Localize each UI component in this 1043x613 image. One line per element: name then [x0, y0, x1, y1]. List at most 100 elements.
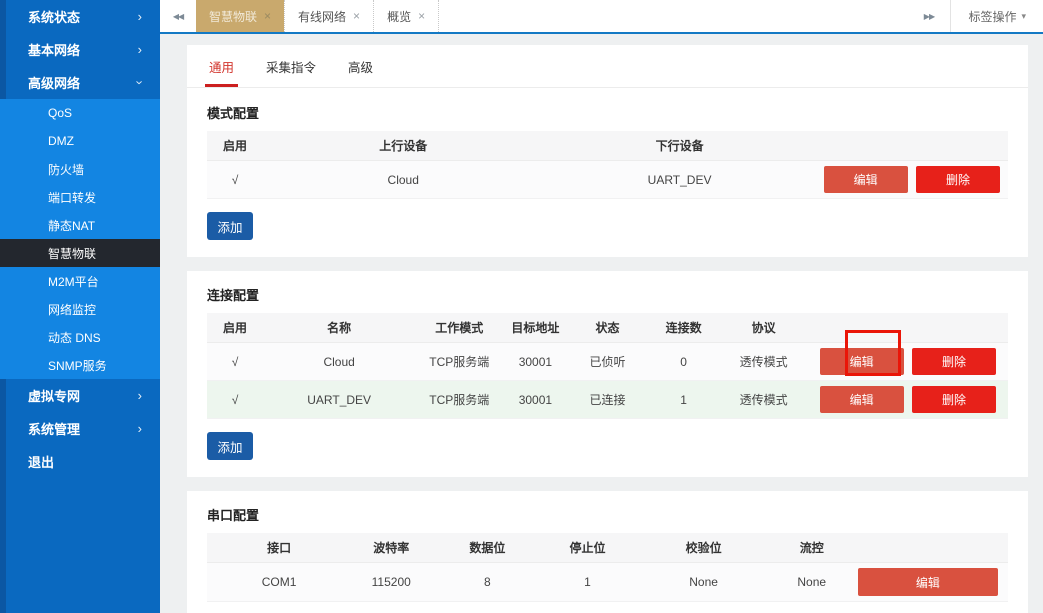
add-button[interactable]: 添加 [207, 432, 253, 460]
sidebar-item-logout[interactable]: 退出 [0, 445, 160, 478]
edit-button[interactable]: 编辑 [820, 348, 904, 375]
col-target-address: 目标地址 [503, 313, 567, 343]
table-row: √ UART_DEV TCP服务端 30001 已连接 1 透传模式 编辑 删除 [207, 381, 1008, 419]
close-icon[interactable]: × [264, 9, 271, 23]
sidebar-item-label: 高级网络 [28, 73, 80, 92]
edit-button[interactable]: 编辑 [858, 568, 998, 596]
sidebar-submenu: QoS DMZ 防火墙 端口转发 静态NAT 智慧物联 M2M平台 网络监控 动… [0, 99, 160, 379]
sidebar-item-smart-iot[interactable]: 智慧物联 [0, 239, 160, 267]
tab-actions-label: 标签操作 [968, 8, 1016, 25]
col-enable: 启用 [207, 313, 263, 343]
col-status: 状态 [567, 313, 647, 343]
baud-rate-value: 115200 [351, 563, 431, 602]
sidebar-item-label: 静态NAT [48, 217, 95, 234]
mode-config-card: 通用 采集指令 高级 模式配置 启用 上行设备 下行设备 [187, 45, 1028, 257]
col-flow-control: 流控 [776, 533, 848, 563]
tab-overview[interactable]: 概览 × [374, 0, 439, 32]
sidebar-item-label: QoS [48, 106, 72, 120]
sidebar-item-dmz[interactable]: DMZ [0, 127, 160, 155]
collapse-tabs-left-button[interactable]: ◀◀ [160, 0, 196, 32]
edit-button[interactable]: 编辑 [824, 166, 908, 193]
mode-config-section: 模式配置 启用 上行设备 下行设备 √ Clo [187, 88, 1028, 257]
page-content: 通用 采集指令 高级 模式配置 启用 上行设备 下行设备 [160, 34, 1043, 613]
tab-advanced[interactable]: 高级 [346, 45, 375, 87]
tab-label: 采集指令 [266, 57, 316, 76]
enable-checkmark: √ [207, 343, 263, 381]
sidebar-item-m2m-platform[interactable]: M2M平台 [0, 267, 160, 295]
sidebar-item-system-status[interactable]: 系统状态 › [0, 0, 160, 33]
double-chevron-left-icon: ◀◀ [173, 12, 183, 21]
sidebar-item-label: 虚拟专网 [28, 386, 80, 405]
sidebar-item-static-nat[interactable]: 静态NAT [0, 211, 160, 239]
data-bits-value: 8 [431, 563, 543, 602]
delete-button[interactable]: 删除 [912, 386, 996, 413]
col-downstream-device: 下行设备 [543, 131, 815, 161]
sidebar-item-label: DMZ [48, 134, 74, 148]
chevron-right-icon: › [138, 42, 142, 57]
scroll-tabs-right-button[interactable]: ▶▶ [907, 0, 951, 32]
tab-label: 智慧物联 [209, 8, 257, 25]
sidebar-item-label: 系统管理 [28, 419, 80, 438]
content-tabs: 通用 采集指令 高级 [187, 45, 1028, 88]
sidebar-item-label: 退出 [28, 452, 54, 471]
tab-wired-network[interactable]: 有线网络 × [284, 0, 374, 32]
chevron-right-icon: › [138, 9, 142, 24]
sidebar-item-system-management[interactable]: 系统管理 › [0, 412, 160, 445]
serial-config-section: 串口配置 接口 波特率 数据位 停止位 校验位 流控 [187, 491, 1028, 613]
sidebar-item-vpn[interactable]: 虚拟专网 › [0, 379, 160, 412]
col-name: 名称 [263, 313, 415, 343]
tab-actions-dropdown[interactable]: 标签操作 ▾ [951, 0, 1043, 32]
enable-checkmark: √ [207, 161, 263, 199]
sidebar: 系统状态 › 基本网络 › 高级网络 › QoS DMZ 防火墙 端口转发 静态… [0, 0, 160, 613]
table-header-row: 启用 上行设备 下行设备 [207, 131, 1008, 161]
table-header-row: 启用 名称 工作模式 目标地址 状态 连接数 协议 [207, 313, 1008, 343]
sidebar-item-dynamic-dns[interactable]: 动态 DNS [0, 323, 160, 351]
chevron-right-icon: › [138, 388, 142, 403]
connection-config-section: 连接配置 启用 名称 工作模式 目标地址 状态 连接数 [187, 271, 1028, 477]
tab-collect-commands[interactable]: 采集指令 [264, 45, 318, 87]
section-title: 模式配置 [207, 88, 1008, 131]
sidebar-item-snmp-service[interactable]: SNMP服务 [0, 351, 160, 379]
connection-config-table: 启用 名称 工作模式 目标地址 状态 连接数 协议 √ [207, 313, 1008, 419]
add-button[interactable]: 添加 [207, 212, 253, 240]
work-mode-value: TCP服务端 [415, 343, 503, 381]
connection-count-value: 1 [648, 381, 720, 419]
sidebar-item-label: 智慧物联 [48, 245, 96, 262]
close-icon[interactable]: × [418, 9, 425, 23]
name-value: UART_DEV [263, 381, 415, 419]
close-icon[interactable]: × [353, 9, 360, 23]
sidebar-item-advanced-network[interactable]: 高级网络 › [0, 66, 160, 99]
table-row: √ Cloud TCP服务端 30001 已侦听 0 透传模式 编辑 删除 [207, 343, 1008, 381]
delete-button[interactable]: 删除 [916, 166, 1000, 193]
tab-smart-iot[interactable]: 智慧物联 × [196, 0, 284, 32]
col-parity: 校验位 [632, 533, 776, 563]
table-row: COM1 115200 8 1 None None 编辑 [207, 563, 1008, 602]
sidebar-item-label: 防火墙 [48, 161, 84, 178]
sidebar-item-label: 基本网络 [28, 40, 80, 59]
top-tabbar: ◀◀ 智慧物联 × 有线网络 × 概览 × ▶▶ 标签操作 ▾ [160, 0, 1043, 34]
flow-control-value: None [776, 563, 848, 602]
sidebar-item-firewall[interactable]: 防火墙 [0, 155, 160, 183]
col-data-bits: 数据位 [431, 533, 543, 563]
sidebar-item-label: 系统状态 [28, 7, 80, 26]
mode-config-table: 启用 上行设备 下行设备 √ Cloud UART_DEV [207, 131, 1008, 199]
protocol-value: 透传模式 [720, 343, 808, 381]
sidebar-item-network-monitor[interactable]: 网络监控 [0, 295, 160, 323]
status-value: 已侦听 [567, 343, 647, 381]
col-enable: 启用 [207, 131, 263, 161]
col-stop-bits: 停止位 [543, 533, 631, 563]
sidebar-item-label: 端口转发 [48, 189, 96, 206]
section-title: 串口配置 [207, 491, 1008, 533]
sidebar-item-label: 动态 DNS [48, 329, 101, 346]
edit-button[interactable]: 编辑 [820, 386, 904, 413]
serial-config-table: 接口 波特率 数据位 停止位 校验位 流控 COM1 115200 [207, 533, 1008, 602]
tab-label: 有线网络 [298, 8, 346, 25]
delete-button[interactable]: 删除 [912, 348, 996, 375]
sidebar-item-qos[interactable]: QoS [0, 99, 160, 127]
sidebar-item-basic-network[interactable]: 基本网络 › [0, 33, 160, 66]
status-value: 已连接 [567, 381, 647, 419]
tab-general[interactable]: 通用 [207, 45, 236, 87]
sidebar-item-label: M2M平台 [48, 273, 99, 290]
sidebar-item-port-forwarding[interactable]: 端口转发 [0, 183, 160, 211]
enable-checkmark: √ [207, 381, 263, 419]
